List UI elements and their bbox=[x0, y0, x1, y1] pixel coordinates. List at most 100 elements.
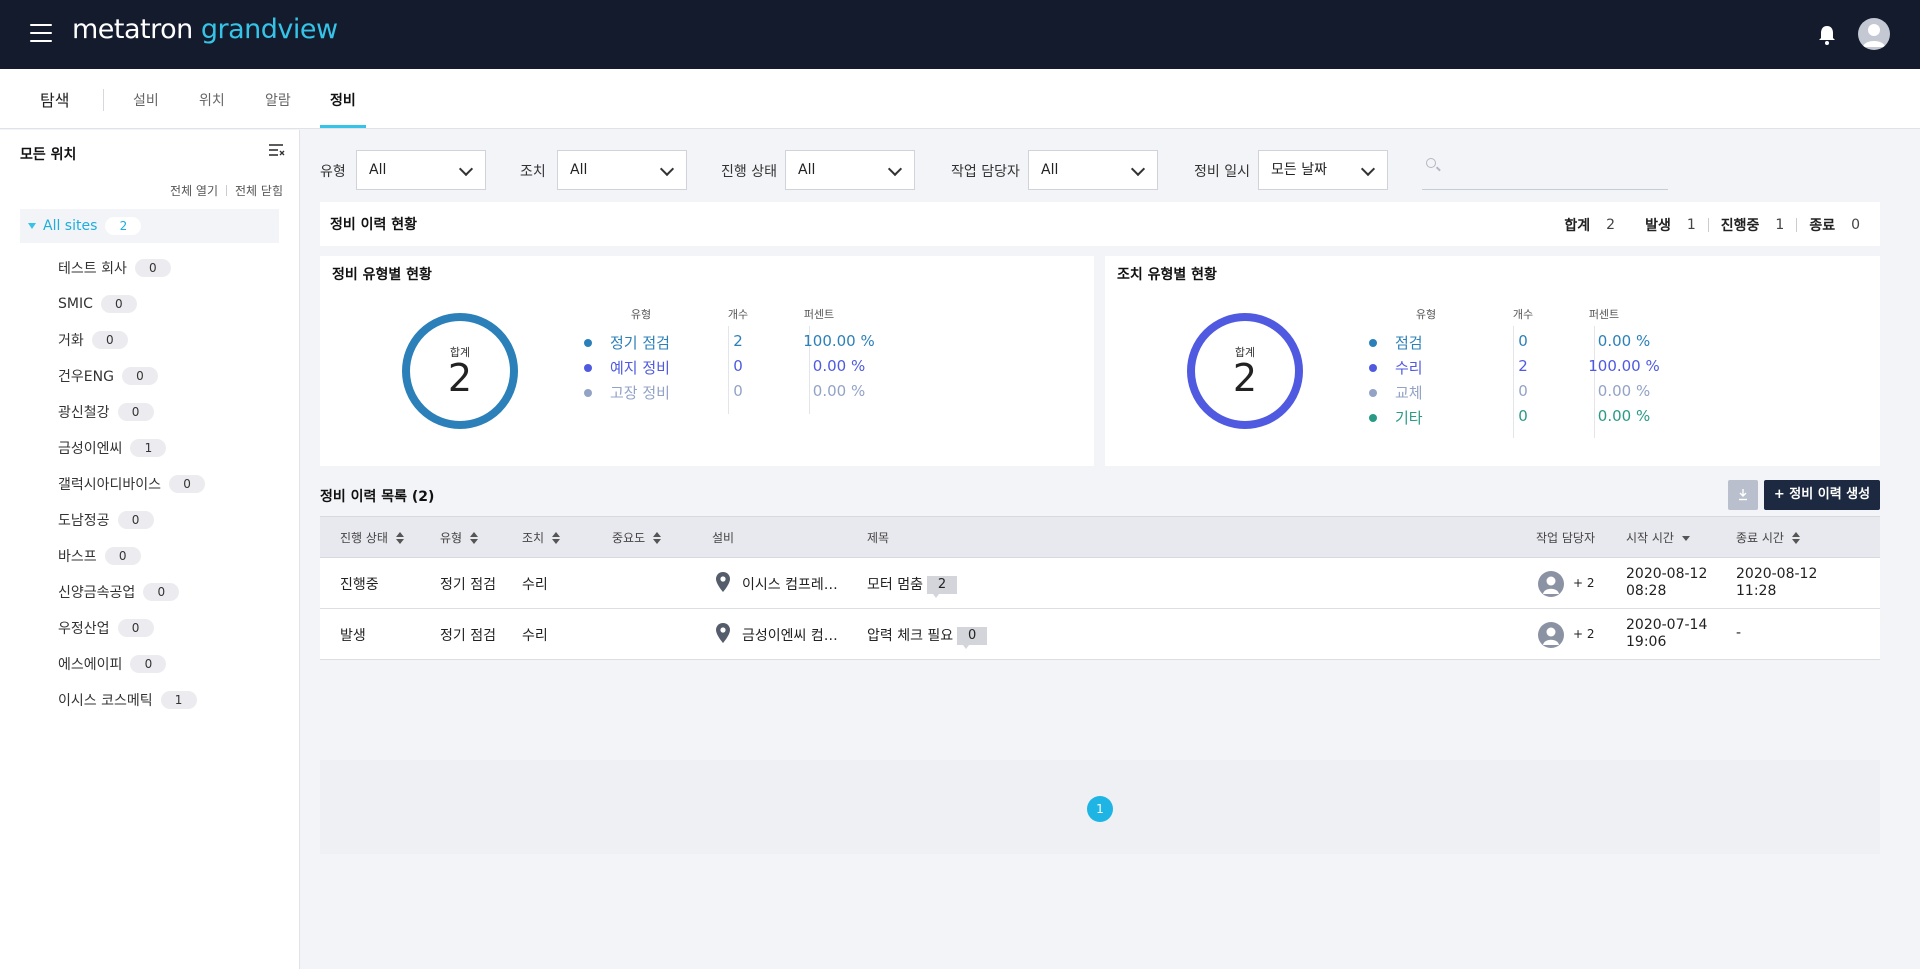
row-equipment[interactable]: 금성이엔씨 컴… bbox=[742, 625, 838, 645]
search-icon bbox=[1426, 158, 1436, 168]
sidebar-item-site[interactable]: 거화 0 bbox=[58, 322, 205, 358]
legend-name: 고장 정비 bbox=[610, 384, 670, 402]
action-filter-label: 조치 bbox=[520, 164, 546, 180]
column-label: 제목 bbox=[867, 531, 890, 545]
sidebar-item-all-sites[interactable]: All sites 2 bbox=[20, 209, 279, 243]
count-badge: 1 bbox=[130, 439, 167, 457]
row-equipment[interactable]: 이시스 컴프레… bbox=[742, 574, 838, 594]
legend-header-percent: 퍼센트 bbox=[1588, 308, 1620, 321]
total-value: 2 bbox=[1606, 217, 1616, 233]
action-filter-select[interactable]: All bbox=[557, 150, 687, 190]
expand-all-link[interactable]: 전체 열기 bbox=[170, 182, 218, 199]
legend-row: 고장 정비 0 0.00 % bbox=[584, 380, 884, 405]
sidebar-item-site[interactable]: 우정산업 0 bbox=[58, 610, 205, 646]
collapse-all-link[interactable]: 전체 닫힘 bbox=[235, 182, 283, 199]
page-button-current[interactable]: 1 bbox=[1087, 796, 1113, 822]
legend-row: 예지 정비 0 0.00 % bbox=[584, 355, 884, 380]
done-value: 0 bbox=[1851, 217, 1860, 233]
status-filter-select[interactable]: All bbox=[785, 150, 915, 190]
sidebar-item-site[interactable]: 테스트 회사 0 bbox=[58, 250, 205, 286]
sidebar-item-site[interactable]: 금성이엔씨 1 bbox=[58, 430, 205, 466]
count-badge: 0 bbox=[91, 331, 128, 349]
table-row[interactable]: 발생 정기 점검 수리 금성이엔씨 컴… 압력 체크 필요 0 + 2 2020-… bbox=[320, 609, 1880, 660]
end-date: 2020-08-12 bbox=[1736, 566, 1818, 582]
sidebar-item-site[interactable]: 갤럭시아디바이스 0 bbox=[58, 466, 206, 502]
row-end-time: - bbox=[1736, 625, 1741, 641]
legend-count: 2 bbox=[733, 332, 743, 350]
sidebar-item-site[interactable]: 에스에이피 0 bbox=[58, 646, 205, 682]
column-header-action[interactable]: 조치 bbox=[522, 529, 561, 546]
search-input[interactable] bbox=[1422, 150, 1668, 190]
assignee-more-count: + 2 bbox=[1573, 627, 1595, 641]
end-clock: 11:28 bbox=[1736, 583, 1777, 599]
legend-percent: 0.00 % bbox=[1597, 382, 1651, 400]
location-pin-icon bbox=[716, 572, 730, 592]
site-label: 테스트 회사 bbox=[58, 261, 127, 277]
count-badge: 0 bbox=[117, 619, 154, 637]
count-badge: 0 bbox=[134, 259, 171, 277]
tab-maintenance[interactable]: 정비 bbox=[330, 90, 356, 110]
occur-label: 발생 bbox=[1645, 218, 1671, 234]
column-header-end[interactable]: 종료 시간 bbox=[1736, 529, 1800, 546]
start-clock: 08:28 bbox=[1626, 583, 1667, 599]
legend-count: 0 bbox=[733, 382, 743, 400]
start-date: 2020-08-12 bbox=[1626, 566, 1708, 582]
legend-name: 기타 bbox=[1395, 409, 1423, 427]
list-filter-icon[interactable] bbox=[268, 142, 286, 160]
site-label: 바스프 bbox=[58, 549, 97, 565]
legend-name: 교체 bbox=[1395, 384, 1423, 402]
menu-icon[interactable] bbox=[30, 24, 52, 42]
brand-logo[interactable]: metatron grandview bbox=[72, 14, 338, 45]
sidebar-item-site[interactable]: SMIC 0 bbox=[58, 286, 205, 322]
sidebar-item-site[interactable]: 건우ENG 0 bbox=[58, 358, 205, 394]
tab-alarm[interactable]: 알람 bbox=[265, 90, 291, 110]
sidebar-item-site[interactable]: 도남정공 0 bbox=[58, 502, 205, 538]
type-filter-select[interactable]: All bbox=[356, 150, 486, 190]
count-badge: 1 bbox=[160, 691, 197, 709]
count-badge: 0 bbox=[104, 547, 141, 565]
sidebar-item-site[interactable]: 신양금속공업 0 bbox=[58, 574, 205, 610]
row-action: 수리 bbox=[522, 577, 548, 593]
column-header-priority[interactable]: 중요도 bbox=[612, 529, 662, 546]
column-header-start[interactable]: 시작 시간 bbox=[1626, 529, 1690, 546]
table-row[interactable]: 진행중 정기 점검 수리 이시스 컴프레… 모터 멈춤 2 + 2 2020-08… bbox=[320, 558, 1880, 609]
total-label: 합계 bbox=[1564, 218, 1591, 234]
assignee-filter-select[interactable]: All bbox=[1028, 150, 1158, 190]
user-avatar[interactable] bbox=[1858, 18, 1890, 50]
legend-row: 수리 2 100.00 % bbox=[1369, 355, 1669, 380]
brand-name-part1: metatron bbox=[72, 14, 193, 45]
column-header-status[interactable]: 진행 상태 bbox=[340, 529, 404, 546]
date-filter-select[interactable]: 모든 날짜 bbox=[1258, 150, 1388, 190]
legend-count: 2 bbox=[1518, 357, 1528, 375]
download-button[interactable] bbox=[1728, 480, 1758, 510]
sidebar-item-site[interactable]: 이시스 코스메틱 1 bbox=[58, 682, 205, 718]
date-filter-value: 모든 날짜 bbox=[1271, 162, 1327, 178]
brand-name-part2: grandview bbox=[200, 14, 338, 45]
row-action: 수리 bbox=[522, 628, 548, 644]
sidebar-expand-links: 전체 열기 전체 닫힘 bbox=[170, 182, 283, 199]
start-clock: 19:06 bbox=[1626, 634, 1667, 650]
type-status-panel: 정비 유형별 현황 합계 2 유형 개수 퍼센트 정기 점검 2 100.00 … bbox=[320, 256, 1094, 466]
site-label: 우정산업 bbox=[58, 621, 110, 637]
legend-percent: 0.00 % bbox=[812, 357, 866, 375]
sidebar-item-site[interactable]: 광신철강 0 bbox=[58, 394, 205, 430]
comment-count-badge: 2 bbox=[926, 576, 957, 598]
legend-name: 예지 정비 bbox=[610, 359, 670, 377]
row-type: 정기 점검 bbox=[440, 577, 496, 593]
count-badge: 0 bbox=[117, 511, 154, 529]
row-status: 진행중 bbox=[340, 577, 379, 593]
site-label: 이시스 코스메틱 bbox=[58, 693, 153, 709]
create-maintenance-button[interactable]: + 정비 이력 생성 bbox=[1764, 480, 1880, 510]
site-label: 도남정공 bbox=[58, 513, 110, 529]
caret-down-icon[interactable] bbox=[28, 223, 36, 229]
tab-location[interactable]: 위치 bbox=[199, 90, 225, 110]
count-badge: 0 bbox=[117, 403, 154, 421]
row-end-time: 2020-08-12 11:28 bbox=[1736, 566, 1817, 600]
legend-percent: 0.00 % bbox=[1597, 407, 1651, 425]
column-header-type[interactable]: 유형 bbox=[440, 529, 479, 546]
bell-icon[interactable] bbox=[1817, 24, 1837, 46]
legend-percent: 100.00 % bbox=[1588, 357, 1660, 375]
tab-equipment[interactable]: 설비 bbox=[133, 90, 159, 110]
sidebar-item-site[interactable]: 바스프 0 bbox=[58, 538, 205, 574]
legend-header-percent: 퍼센트 bbox=[803, 308, 835, 321]
